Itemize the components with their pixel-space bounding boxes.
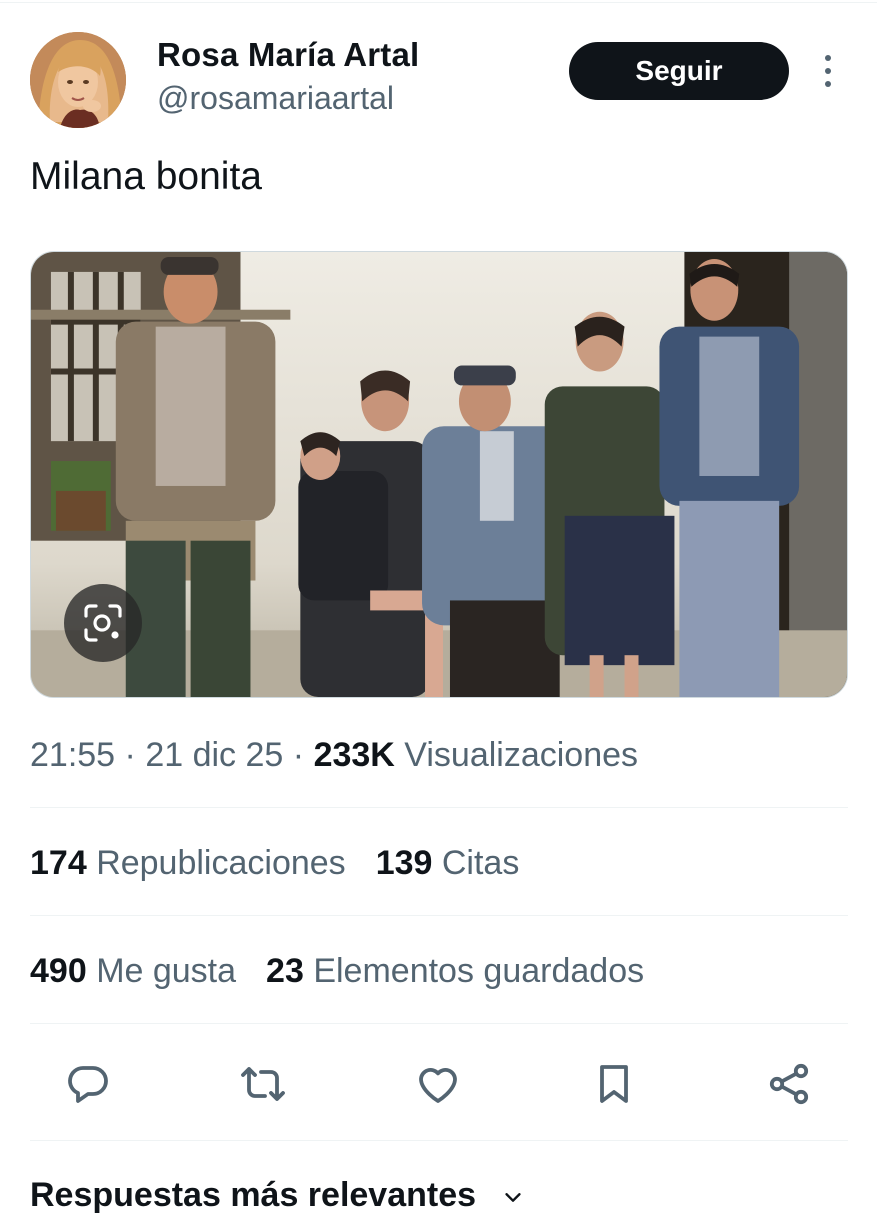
repost-icon[interactable] xyxy=(237,1058,289,1110)
meta-separator: · xyxy=(124,736,136,774)
tweet-text: Milana bonita xyxy=(30,155,262,198)
tweet-photo[interactable] xyxy=(30,251,848,698)
display-name[interactable]: Rosa María Artal xyxy=(157,36,419,74)
more-options-icon[interactable] xyxy=(812,50,844,92)
bookmarks-label: Elementos guardados xyxy=(313,952,645,990)
stats-row-likes: 490 Me gusta 23 Elementos guardados xyxy=(30,952,644,991)
divider xyxy=(30,1140,848,1141)
share-icon[interactable] xyxy=(763,1058,815,1110)
replies-sort-button[interactable]: Respuestas más relevantes xyxy=(30,1176,524,1217)
quotes-label: Citas xyxy=(441,844,520,882)
avatar[interactable] xyxy=(30,32,126,128)
bookmarks-count: 23 xyxy=(266,952,304,990)
divider xyxy=(30,1023,848,1024)
divider xyxy=(30,915,848,916)
handle[interactable]: @rosamariaartal xyxy=(157,80,394,117)
chevron-down-icon xyxy=(502,1178,524,1217)
bookmark-icon[interactable] xyxy=(588,1058,640,1110)
quotes-count: 139 xyxy=(375,844,433,882)
reply-icon[interactable] xyxy=(62,1058,114,1110)
divider xyxy=(30,807,848,808)
lens-icon[interactable] xyxy=(64,584,142,662)
quotes-stat[interactable]: 139 Citas xyxy=(376,844,520,882)
likes-label: Me gusta xyxy=(96,952,237,990)
reposts-label: Republicaciones xyxy=(96,844,346,882)
top-divider xyxy=(0,2,877,3)
stats-row-reposts: 174 Republicaciones 139 Citas xyxy=(30,844,519,883)
tweet-date[interactable]: 21 dic 25 xyxy=(145,736,283,774)
tweet-meta: 21:55 · 21 dic 25 · 233K Visualizaciones xyxy=(30,736,638,775)
views-label: Visualizaciones xyxy=(404,736,639,774)
reposts-count: 174 xyxy=(30,844,87,882)
replies-sort-label: Respuestas más relevantes xyxy=(30,1176,477,1214)
likes-count: 490 xyxy=(30,952,87,990)
meta-separator: · xyxy=(292,736,305,774)
follow-button[interactable]: Seguir xyxy=(569,42,789,100)
views-count: 233K xyxy=(313,736,395,774)
likes-stat[interactable]: 490 Me gusta xyxy=(30,952,236,990)
bookmarks-stat[interactable]: 23 Elementos guardados xyxy=(266,952,644,990)
like-icon[interactable] xyxy=(412,1058,464,1110)
tweet-time[interactable]: 21:55 xyxy=(30,736,115,774)
reposts-stat[interactable]: 174 Republicaciones xyxy=(30,844,346,882)
